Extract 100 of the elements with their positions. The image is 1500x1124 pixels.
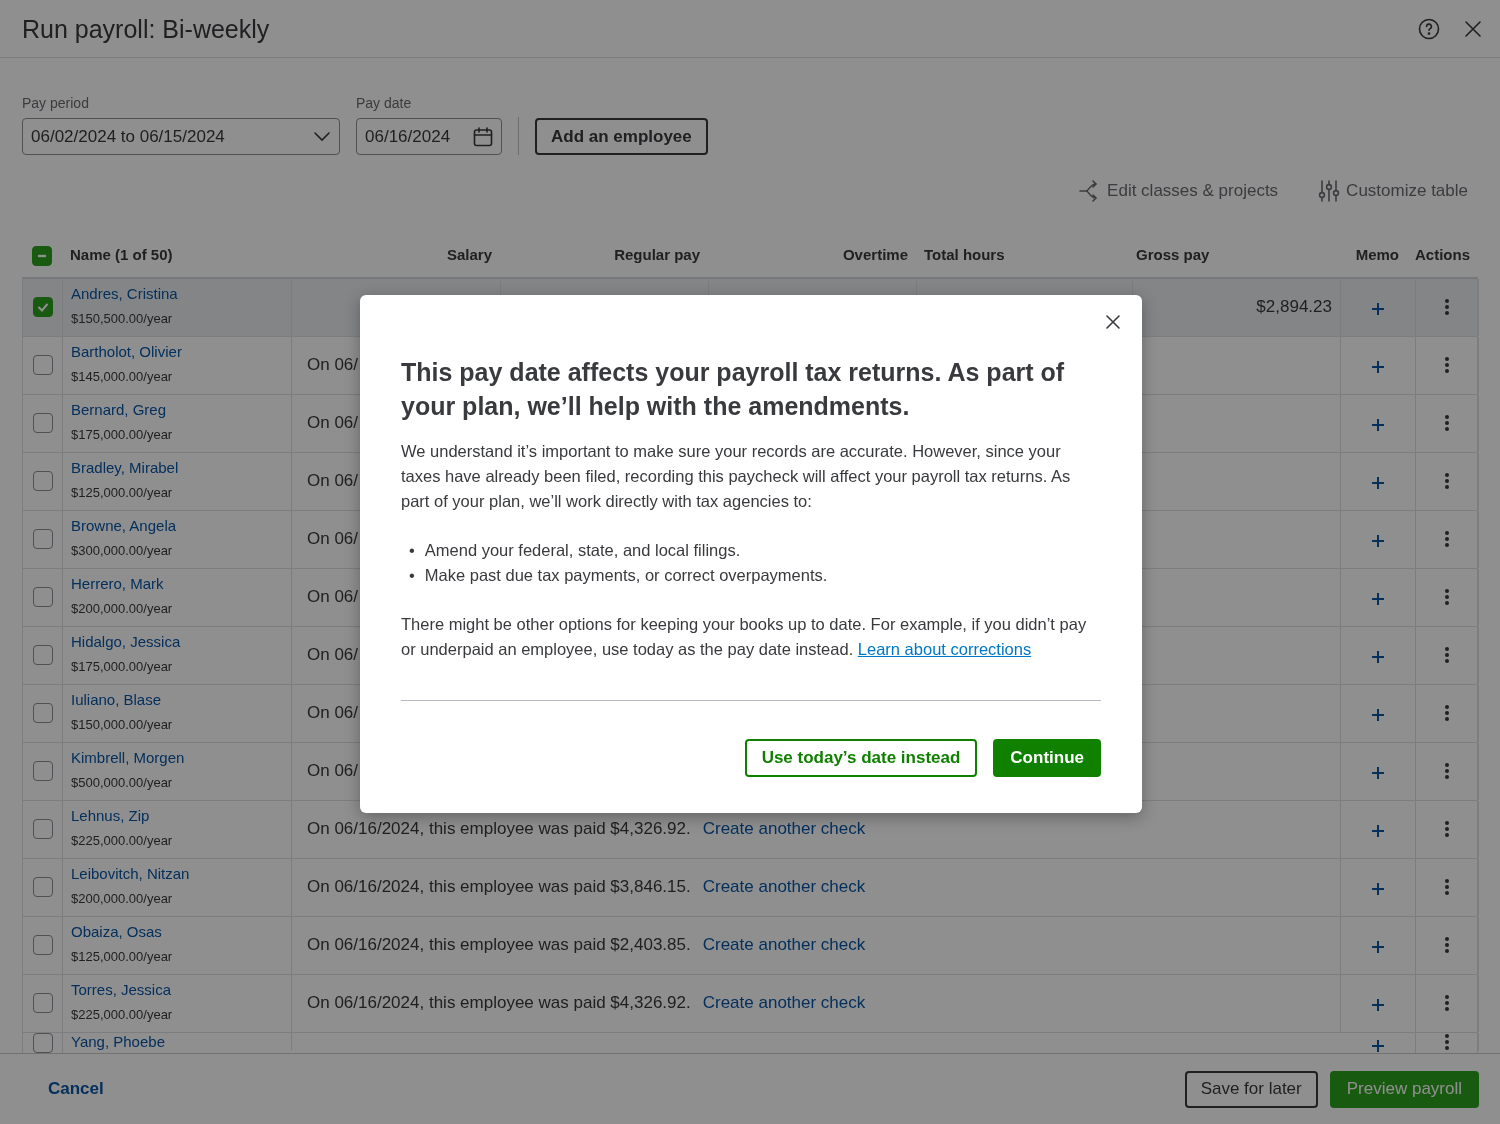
continue-button[interactable]: Continue — [993, 739, 1101, 777]
save-for-later-button[interactable]: Save for later — [1184, 1070, 1318, 1108]
row-actions-button[interactable] — [1444, 646, 1450, 664]
chevron-down-icon — [313, 130, 331, 143]
paid-message: On 06/16/2024, this employee was paid $3,846.15. — [307, 876, 691, 899]
plus-icon — [1371, 707, 1385, 722]
row-actions-button[interactable] — [1444, 530, 1450, 548]
paid-message: On 06/ — [307, 760, 359, 783]
employee-name-link[interactable]: Yang, Phoebe — [71, 1033, 165, 1050]
close-icon — [1106, 315, 1120, 329]
employee-name-link[interactable]: Hidalgo, Jessica — [71, 634, 181, 651]
plus-icon — [1371, 591, 1385, 606]
row-actions-button[interactable] — [1444, 936, 1450, 954]
row-actions-button[interactable] — [1444, 994, 1450, 1012]
row-checkbox[interactable] — [32, 761, 53, 781]
plus-icon — [1371, 997, 1385, 1012]
close-icon — [1464, 19, 1482, 38]
more-icon — [1444, 1032, 1450, 1051]
more-icon — [1444, 530, 1450, 548]
column-header: Total hours — [924, 246, 1005, 264]
plus-icon — [1371, 417, 1385, 432]
row-checkbox[interactable] — [32, 993, 53, 1013]
employee-name-link[interactable]: Bernard, Greg — [71, 402, 167, 419]
paid-message: On 06/16/2024, this employee was paid $4,326.92. — [307, 818, 691, 841]
employee-name-link[interactable]: Leibovitch, Nitzan — [71, 866, 190, 883]
calendar-icon — [473, 126, 493, 147]
field-label: Pay period — [22, 94, 90, 113]
more-icon — [1444, 298, 1450, 316]
add-employee-button[interactable]: Add an employee — [535, 118, 708, 155]
row-checkbox[interactable] — [32, 645, 53, 665]
row-checkbox[interactable] — [32, 1032, 53, 1053]
employee-name-link[interactable]: Andres, Cristina — [71, 286, 178, 303]
employee-name-link[interactable]: Torres, Jessica — [71, 982, 172, 999]
row-actions-button[interactable] — [1444, 356, 1450, 374]
create-check-link[interactable]: Create another check — [702, 990, 866, 1016]
create-check-link[interactable]: Create another check — [702, 932, 866, 958]
dialog-close-button[interactable] — [1106, 315, 1120, 329]
row-actions-button[interactable] — [1444, 588, 1450, 606]
row-actions-button[interactable] — [1444, 414, 1450, 432]
row-checkbox[interactable] — [32, 877, 53, 897]
plus-icon — [1371, 475, 1385, 490]
pay-date-field[interactable]: 06/16/2024 — [356, 118, 502, 155]
more-icon — [1444, 704, 1450, 722]
row-actions-button[interactable] — [1444, 704, 1450, 722]
help-icon — [1418, 17, 1440, 40]
select-all-checkbox[interactable] — [32, 245, 52, 266]
row-actions-button[interactable] — [1444, 298, 1450, 316]
employee-name-link[interactable]: Bartholot, Olivier — [71, 344, 182, 361]
row-actions-button[interactable] — [1444, 762, 1450, 780]
paid-message: On 06/ — [307, 412, 359, 435]
row-checkbox[interactable] — [32, 355, 53, 375]
create-check-link[interactable]: Create another check — [702, 816, 866, 842]
more-icon — [1444, 820, 1450, 838]
dialog-title: This pay date affects your payroll tax returns. As part of your plan, we’ll help with the amendments. — [401, 357, 1066, 422]
create-check-link[interactable]: Create another check — [702, 874, 866, 900]
more-icon — [1444, 762, 1450, 780]
corrections-link[interactable]: Learn about corrections — [857, 640, 1032, 658]
cancel-link[interactable]: Cancel — [48, 1076, 1185, 1102]
more-icon — [1444, 414, 1450, 432]
row-checkbox[interactable] — [32, 413, 53, 433]
window-title: Run payroll: Bi-weekly — [22, 13, 271, 44]
help-button[interactable] — [1418, 17, 1440, 40]
column-header: Regular pay — [614, 246, 700, 264]
row-checkbox[interactable] — [32, 297, 53, 317]
salary-text: $125,000.00/year — [71, 947, 173, 966]
paid-message: On 06/ — [307, 586, 359, 609]
row-actions-button[interactable] — [1444, 472, 1450, 490]
employee-name-link[interactable]: Kimbrell, Morgen — [71, 750, 185, 767]
employee-name-link[interactable]: Bradley, Mirabel — [71, 460, 179, 477]
row-checkbox[interactable] — [32, 935, 53, 955]
more-icon — [1444, 588, 1450, 606]
employee-name-link[interactable]: Iuliano, Blase — [71, 692, 162, 709]
plus-icon — [1371, 939, 1385, 954]
more-icon — [1444, 646, 1450, 664]
row-checkbox[interactable] — [32, 587, 53, 607]
pay-period-dropdown[interactable]: 06/02/2024 to 06/15/2024 — [22, 118, 340, 155]
row-checkbox[interactable] — [32, 703, 53, 723]
row-actions-button[interactable] — [1444, 878, 1450, 896]
edit-classes-link[interactable]: Edit classes & projects — [1079, 178, 1279, 204]
row-actions-button[interactable] — [1444, 820, 1450, 838]
employee-name-link[interactable]: Obaiza, Osas — [71, 924, 162, 941]
salary-text: $150,500.00/year — [71, 309, 173, 328]
close-button[interactable] — [1464, 19, 1482, 38]
plus-icon — [1371, 301, 1385, 316]
employee-name-link[interactable]: Herrero, Mark — [71, 576, 164, 593]
employee-name-link[interactable]: Browne, Angela — [71, 518, 177, 535]
paid-message: On 06/ — [307, 702, 359, 725]
salary-text: $125,000.00/year — [71, 483, 173, 502]
row-checkbox[interactable] — [32, 471, 53, 491]
more-icon — [1444, 356, 1450, 374]
use-today-button[interactable]: Use today’s date instead — [744, 739, 978, 777]
row-actions-button[interactable] — [1444, 1032, 1450, 1051]
row-checkbox[interactable] — [32, 529, 53, 549]
preview-payroll-button[interactable]: Preview payroll — [1329, 1070, 1479, 1108]
employee-name-link[interactable]: Lehnus, Zip — [71, 808, 150, 825]
row-checkbox[interactable] — [32, 819, 53, 839]
salary-text: $175,000.00/year — [71, 657, 173, 676]
plus-icon — [1371, 1039, 1385, 1053]
salary-text: $500,000.00/year — [71, 773, 173, 792]
customize-table-link[interactable]: Customize table — [1318, 178, 1468, 204]
